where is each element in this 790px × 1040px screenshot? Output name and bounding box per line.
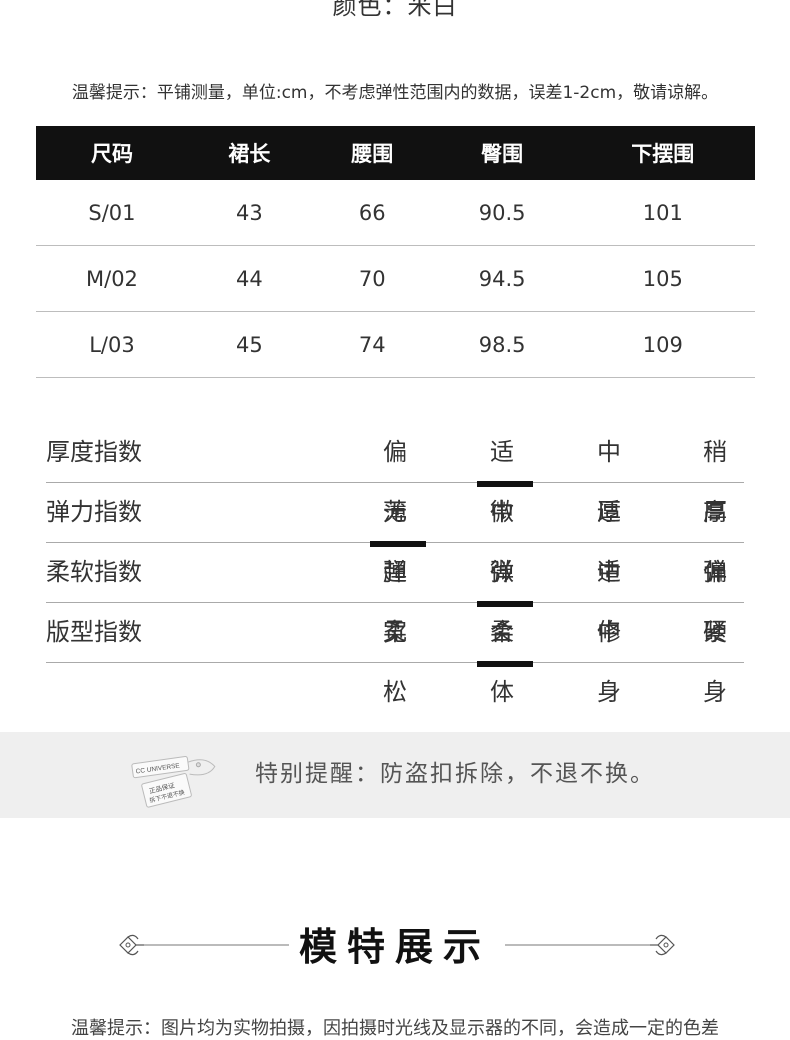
index-option: 适中	[477, 422, 533, 526]
notice-text: 特别提醒：防盗扣拆除，不退不换。	[255, 761, 655, 787]
table-cell: 105	[570, 245, 755, 312]
index-option-label: 修身	[597, 618, 627, 706]
index-option-label: 紧身	[703, 618, 733, 706]
table-cell: 101	[570, 180, 755, 246]
index-option: 稍厚	[690, 422, 746, 526]
table-row: M/02 44 70 94.5 105	[36, 245, 755, 312]
selected-marker	[477, 661, 533, 667]
index-option: 中厚	[584, 422, 640, 526]
index-label: 弹力指数	[46, 498, 142, 526]
right-ornament-icon	[505, 934, 675, 956]
index-option: 超柔	[370, 542, 426, 646]
table-cell: 45	[187, 311, 311, 378]
index-option-label: 宽松	[383, 618, 413, 706]
elasticity-index-row: 弹力指数 无弹 微弹 适中 高弹	[46, 482, 746, 586]
col-header-hip: 臀围	[433, 126, 571, 180]
table-cell: S/01	[36, 180, 188, 246]
color-line: 颜色：米白	[332, 0, 458, 20]
col-header-skirt-length: 裙长	[187, 126, 311, 180]
index-option: 微弹	[477, 482, 533, 586]
measurement-tip: 温馨提示：平铺测量，单位:cm，不考虑弹性范围内的数据，误差1-2cm，敬请谅解…	[71, 83, 719, 103]
index-option: 紧身	[690, 602, 746, 706]
security-tag-icon: CC UNIVERSE 正品保证 拆下不退不换	[131, 756, 216, 808]
col-header-waist: 腰围	[310, 126, 434, 180]
softness-index-row: 柔软指数 超柔 微柔 适中 偏硬	[46, 542, 746, 646]
table-row: S/01 43 66 90.5 101	[36, 180, 755, 246]
notice-banner: CC UNIVERSE 正品保证 拆下不退不换 特别提醒：防盗扣拆除，不退不换。	[0, 732, 790, 818]
table-cell: 44	[187, 245, 311, 312]
table-cell: 90.5	[433, 180, 571, 246]
index-option: 宽松	[370, 602, 426, 706]
fit-index-row: 版型指数 宽松 合体 修身 紧身	[46, 602, 746, 706]
size-table: 尺码 裙长 腰围 臀围 下摆围 S/01 43 66 90.5 101 M/02…	[36, 126, 755, 378]
index-label: 柔软指数	[46, 558, 142, 586]
index-option: 修身	[584, 602, 640, 706]
table-cell: 94.5	[433, 245, 571, 312]
col-header-size: 尺码	[36, 126, 188, 180]
index-option: 无弹	[370, 482, 426, 586]
index-option: 微柔	[477, 542, 533, 646]
index-option: 偏硬	[690, 542, 746, 646]
table-cell: 109	[570, 311, 755, 378]
index-label: 厚度指数	[46, 438, 142, 466]
table-cell: L/03	[36, 311, 188, 378]
index-option: 高弹	[690, 482, 746, 586]
table-cell: M/02	[36, 245, 188, 312]
table-cell: 66	[310, 180, 434, 246]
index-option: 偏薄	[370, 422, 426, 526]
photo-tip: 温馨提示：图片均为实物拍摄，因拍摄时光线及显示器的不同，会造成一定的色差	[71, 1018, 719, 1039]
col-header-hem: 下摆围	[570, 126, 755, 180]
table-cell: 70	[310, 245, 434, 312]
table-cell: 43	[187, 180, 311, 246]
size-table-header-row: 尺码 裙长 腰围 臀围 下摆围	[36, 126, 755, 180]
table-cell: 74	[310, 311, 434, 378]
index-option: 适中	[584, 482, 640, 586]
thickness-index-row: 厚度指数 偏薄 适中 中厚 稍厚	[46, 422, 746, 526]
index-option: 合体	[477, 602, 533, 706]
table-cell: 98.5	[433, 311, 571, 378]
table-row: L/03 45 74 98.5 109	[36, 311, 755, 378]
index-label: 版型指数	[46, 618, 142, 646]
index-option: 适中	[584, 542, 640, 646]
